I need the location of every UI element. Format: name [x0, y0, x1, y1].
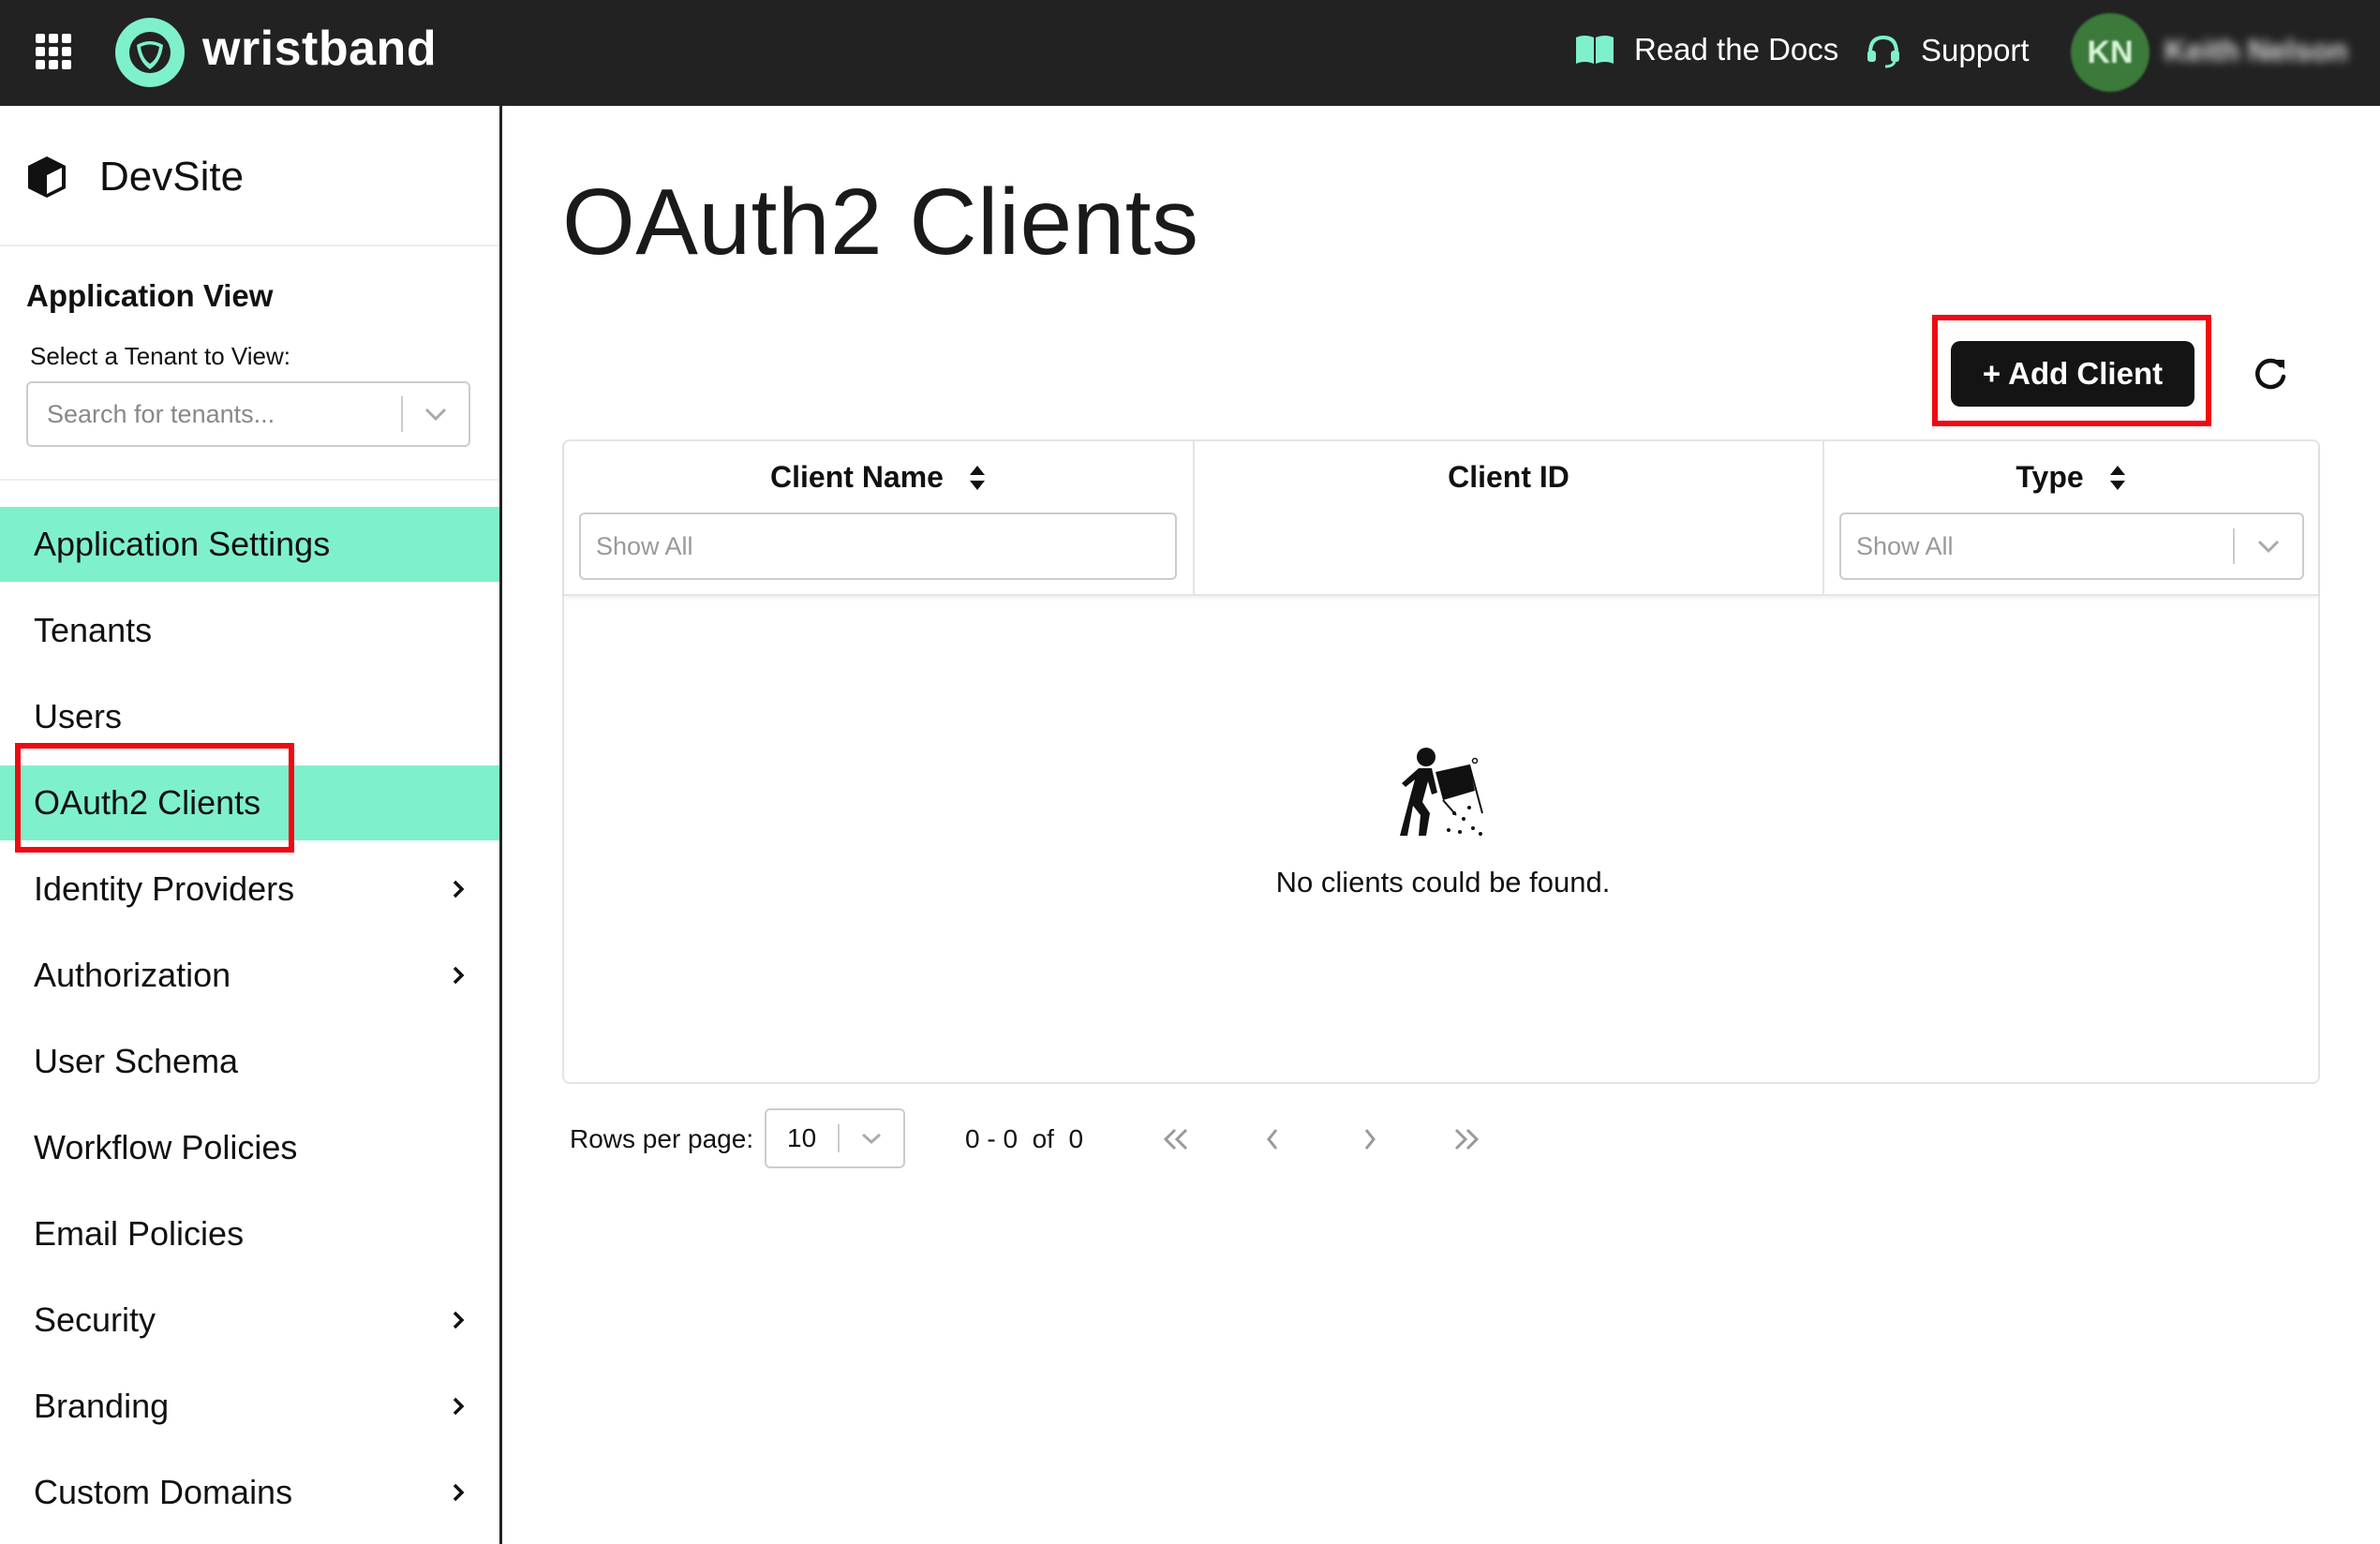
- chevron-right-icon[interactable]: [451, 1395, 466, 1418]
- sidebar-item-tenants[interactable]: Tenants: [0, 593, 499, 668]
- sidebar-item-label: Users: [34, 697, 123, 735]
- pagination-range: 0 - 0 of 0: [965, 1124, 1084, 1153]
- tenant-select-label: Select a Tenant to View:: [30, 342, 291, 370]
- application-header: DevSite: [22, 153, 244, 201]
- sidebar-item-user-schema[interactable]: User Schema: [0, 1024, 499, 1099]
- sidebar-item-security[interactable]: Security: [0, 1283, 499, 1358]
- app-grid-icon[interactable]: [36, 34, 71, 69]
- empty-state-message: No clients could be found.: [1275, 866, 1611, 898]
- sidebar-item-email-policies[interactable]: Email Policies: [0, 1196, 499, 1271]
- column-client-name: Client Name Show All: [564, 441, 1195, 596]
- support-label: Support: [1921, 33, 2030, 67]
- sidebar-divider: [0, 245, 499, 246]
- chevron-right-icon[interactable]: [451, 878, 466, 900]
- sidebar-item-label: Identity Providers: [34, 869, 295, 908]
- column-header[interactable]: Client Name: [564, 460, 1193, 495]
- sidebar-divider: [0, 479, 499, 481]
- support-link[interactable]: Support: [1865, 32, 2030, 69]
- first-page-icon[interactable]: [1156, 1121, 1194, 1158]
- sidebar-item-workflow-policies[interactable]: Workflow Policies: [0, 1110, 499, 1185]
- application-view-title: Application View: [26, 278, 274, 313]
- type-filter-select[interactable]: Show All: [1839, 512, 2304, 580]
- sidebar-item-label: Custom Domains: [34, 1473, 293, 1511]
- sidebar-item-label: Workflow Policies: [34, 1128, 298, 1166]
- rows-per-page-select[interactable]: 10: [765, 1108, 905, 1168]
- tenant-search-placeholder: Search for tenants...: [47, 399, 275, 428]
- highlight-box: [1932, 315, 2211, 426]
- application-name: DevSite: [99, 154, 245, 200]
- sidebar-item-label: Tenants: [34, 611, 153, 649]
- chevron-down-icon[interactable]: [403, 407, 469, 422]
- filter-placeholder: Show All: [596, 531, 693, 560]
- chevron-right-icon[interactable]: [451, 1309, 466, 1331]
- column-title: Type: [2016, 460, 2084, 494]
- sidebar: DevSite Application View Select a Tenant…: [0, 106, 502, 1544]
- last-page-icon[interactable]: [1449, 1121, 1486, 1158]
- column-header[interactable]: Type: [1824, 460, 2318, 495]
- chevron-right-icon[interactable]: [451, 964, 466, 987]
- page-title: OAuth2 Clients: [562, 170, 1199, 275]
- next-page-icon[interactable]: [1351, 1121, 1389, 1158]
- cube-icon: [28, 156, 66, 198]
- sidebar-item-label: Email Policies: [34, 1214, 245, 1253]
- user-name[interactable]: Keith Nelson: [2164, 34, 2348, 68]
- tenant-search-select[interactable]: Search for tenants...: [26, 381, 470, 447]
- sidebar-item-authorization[interactable]: Authorization: [0, 938, 499, 1013]
- headset-icon: [1867, 35, 1899, 68]
- read-the-docs-link[interactable]: Read the Docs: [1574, 32, 1838, 67]
- previous-page-icon[interactable]: [1254, 1121, 1291, 1158]
- sidebar-item-label: Application Settings: [34, 525, 331, 563]
- sort-icon[interactable]: [968, 464, 987, 492]
- sidebar-item-label: Branding: [34, 1387, 170, 1425]
- table-header: Client Name Show All Client ID Type Show…: [564, 441, 2318, 596]
- read-the-docs-label: Read the Docs: [1634, 32, 1839, 67]
- brand-name[interactable]: wristband: [202, 21, 437, 77]
- column-title: Client ID: [1448, 460, 1569, 494]
- sidebar-item-label: Authorization: [34, 956, 231, 994]
- sort-icon[interactable]: [2108, 464, 2127, 492]
- sidebar-item-custom-domains[interactable]: Custom Domains: [0, 1455, 499, 1530]
- sidebar-item-label: Security: [34, 1300, 156, 1339]
- sidebar-item-identity-providers[interactable]: Identity Providers: [0, 852, 499, 927]
- chevron-down-icon[interactable]: [2235, 539, 2302, 554]
- chevron-down-icon[interactable]: [840, 1132, 903, 1145]
- sidebar-item-label: User Schema: [34, 1042, 239, 1080]
- column-header: Client ID: [1195, 460, 1822, 495]
- sidebar-item-branding[interactable]: Branding: [0, 1369, 499, 1444]
- highlight-box: [15, 743, 294, 853]
- refresh-icon[interactable]: [2251, 354, 2290, 393]
- rows-per-page-value: 10: [787, 1123, 817, 1152]
- book-icon: [1576, 36, 1614, 64]
- user-avatar[interactable]: KN: [2071, 13, 2149, 92]
- chevron-right-icon[interactable]: [451, 1481, 466, 1504]
- column-title: Client Name: [770, 460, 944, 494]
- client-name-filter-input[interactable]: Show All: [579, 512, 1177, 580]
- column-type: Type Show All: [1824, 441, 2318, 596]
- top-navigation-bar: wristband Read the Docs Support KN Keith…: [0, 0, 2380, 106]
- column-client-id: Client ID: [1195, 441, 1824, 596]
- empty-box-icon: [1400, 748, 1483, 836]
- wristband-logo-icon[interactable]: [114, 17, 186, 88]
- filter-placeholder: Show All: [1856, 531, 1954, 560]
- sidebar-item-application-settings[interactable]: Application Settings: [0, 507, 499, 582]
- rows-per-page-label: Rows per page:: [570, 1124, 754, 1153]
